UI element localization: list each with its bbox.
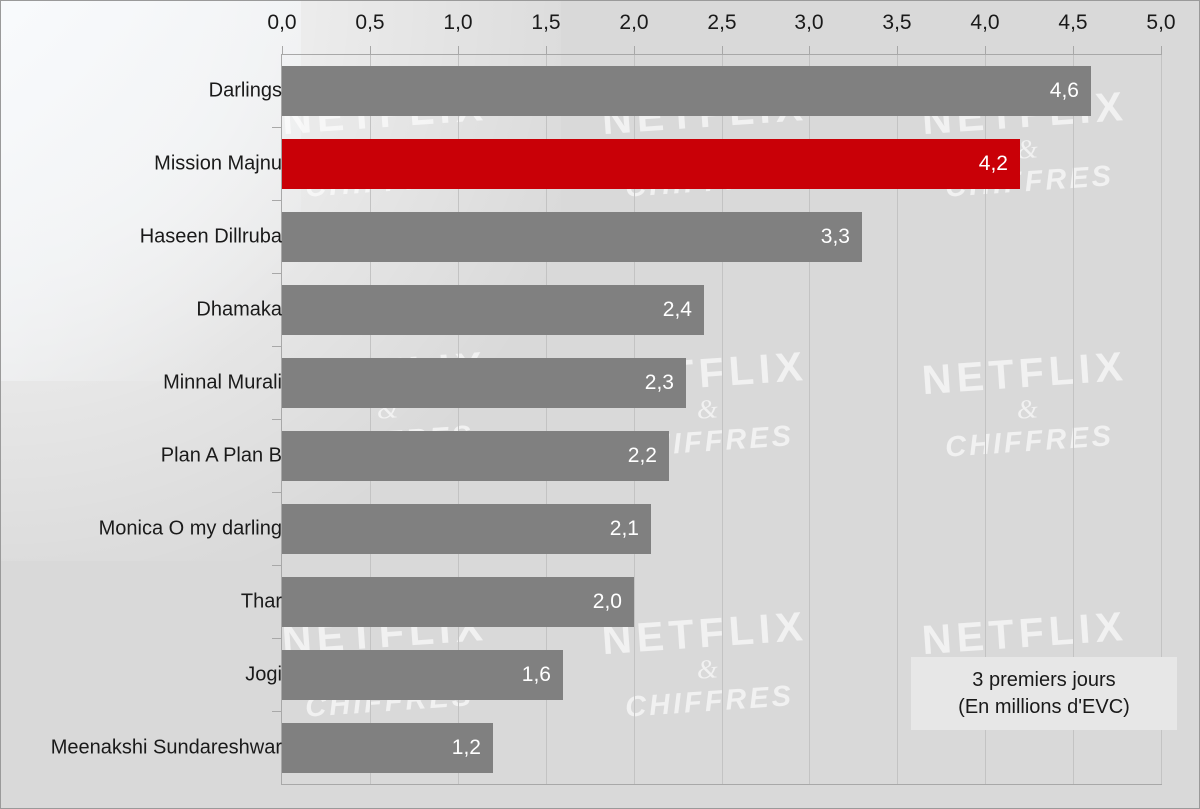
- bar-value-label: 2,4: [662, 298, 692, 321]
- y-tick-mark: [272, 200, 281, 201]
- bar-value-label: 2,2: [627, 444, 657, 467]
- x-tick-label: 2,0: [619, 11, 649, 34]
- x-tick-label: 4,0: [970, 11, 1000, 34]
- x-tick-mark: [634, 46, 635, 54]
- y-tick-mark: [272, 127, 281, 128]
- x-tick-mark: [282, 46, 283, 54]
- x-tick-label: 3,0: [794, 11, 824, 34]
- x-tick-label: 4,5: [1058, 11, 1088, 34]
- category-label: Meenakshi Sundareshwar: [50, 736, 282, 759]
- x-tick-mark: [897, 46, 898, 54]
- bar-value-label: 4,2: [978, 152, 1008, 175]
- bar-4: [282, 285, 704, 335]
- bar-value-label: 2,1: [609, 517, 639, 540]
- category-label: Monica O my darling: [98, 517, 282, 540]
- bar-1: [282, 66, 1091, 116]
- x-tick-label: 1,5: [531, 11, 561, 34]
- bar-value-label: 2,3: [644, 371, 674, 394]
- x-tick-label: 3,5: [882, 11, 912, 34]
- category-label: Thar: [240, 590, 282, 613]
- legend-line-1: 3 premiers jours: [972, 668, 1116, 691]
- y-tick-mark: [272, 346, 281, 347]
- x-tick-label: 0,5: [355, 11, 385, 34]
- background-sheen-corner: [1, 1, 301, 381]
- axis-bottom-line: [282, 784, 1162, 785]
- category-label: Plan A Plan B: [160, 444, 282, 467]
- bar-2: [282, 139, 1020, 189]
- bar-7: [282, 504, 651, 554]
- category-label: Jogi: [245, 663, 282, 686]
- x-tick-label: 1,0: [443, 11, 473, 34]
- y-tick-mark: [272, 419, 281, 420]
- bar-5: [282, 358, 686, 408]
- x-tick-label: 0,0: [267, 11, 297, 34]
- legend-line-2: (En millions d'EVC): [958, 695, 1130, 718]
- bar-chart-figure: NETFLIX&CHIFFRESNETFLIX&CHIFFRESNETFLIX&…: [0, 0, 1200, 809]
- bar-value-label: 1,2: [451, 736, 481, 759]
- category-label: Mission Majnu: [154, 152, 282, 175]
- legend-box: 3 premiers jours (En millions d'EVC): [911, 657, 1177, 730]
- x-tick-mark: [1161, 46, 1162, 54]
- category-label: Haseen Dillruba: [139, 225, 282, 248]
- category-label: Dhamaka: [196, 298, 282, 321]
- y-tick-mark: [272, 711, 281, 712]
- bar-value-label: 1,6: [521, 663, 551, 686]
- x-tick-mark: [1073, 46, 1074, 54]
- axis-top-line: [282, 54, 1162, 55]
- y-tick-mark: [272, 273, 281, 274]
- x-tick-label: 5,0: [1146, 11, 1176, 34]
- bar-8: [282, 577, 634, 627]
- y-tick-mark: [272, 565, 281, 566]
- x-tick-mark: [458, 46, 459, 54]
- x-tick-mark: [809, 46, 810, 54]
- y-tick-mark: [272, 638, 281, 639]
- bar-value-label: 3,3: [820, 225, 850, 248]
- bar-6: [282, 431, 669, 481]
- y-tick-mark: [272, 492, 281, 493]
- x-tick-mark: [985, 46, 986, 54]
- x-tick-mark: [370, 46, 371, 54]
- bar-3: [282, 212, 862, 262]
- x-tick-mark: [546, 46, 547, 54]
- x-tick-mark: [722, 46, 723, 54]
- bar-value-label: 4,6: [1049, 79, 1079, 102]
- x-tick-label: 2,5: [707, 11, 737, 34]
- bar-value-label: 2,0: [592, 590, 622, 613]
- category-label: Darlings: [208, 79, 282, 102]
- category-label: Minnal Murali: [163, 371, 282, 394]
